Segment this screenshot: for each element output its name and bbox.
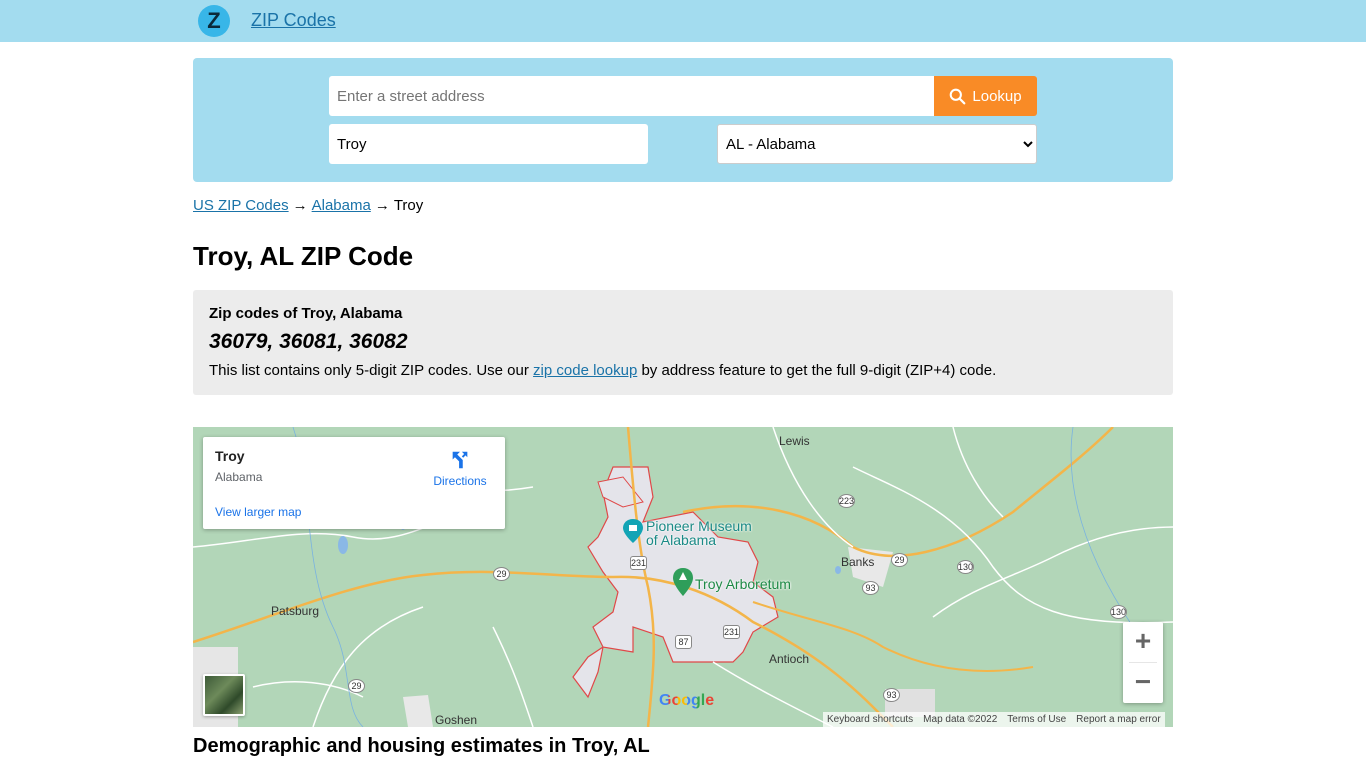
page-title: Troy, AL ZIP Code <box>193 241 414 271</box>
route-shield-231: 231 <box>630 556 647 570</box>
zip-code-list: 36079, 36081, 36082 <box>209 330 408 353</box>
route-shield-29: 29 <box>493 567 510 581</box>
lookup-button[interactable]: Lookup <box>934 76 1037 116</box>
route-shield-87: 87 <box>675 635 692 649</box>
zip-code-lookup-link[interactable]: zip code lookup <box>533 362 637 379</box>
map-place-card: Troy Alabama View larger map Directions <box>203 437 505 529</box>
breadcrumb-arrow: → <box>292 197 308 214</box>
directions-icon <box>452 451 468 469</box>
map-town-label: Lewis <box>779 434 810 448</box>
zoom-out-button[interactable]: − <box>1123 663 1163 703</box>
park-pin-icon[interactable] <box>673 568 693 596</box>
route-shield-130: 130 <box>1110 605 1127 619</box>
google-logo: Google <box>659 692 714 710</box>
top-bar: Z ZIP Codes <box>0 0 1366 42</box>
directions-button[interactable]: Directions <box>430 449 490 488</box>
view-larger-map-link[interactable]: View larger map <box>215 505 301 519</box>
zip-info-note: This list contains only 5-digit ZIP code… <box>209 362 996 379</box>
site-logo[interactable]: Z <box>198 5 230 37</box>
route-shield-130: 130 <box>957 560 974 574</box>
city-input[interactable] <box>329 124 648 164</box>
breadcrumb: US ZIP Codes → Alabama → Troy <box>193 197 423 214</box>
poi-troy-arboretum[interactable]: Troy Arboretum <box>695 576 791 592</box>
breadcrumb-current: Troy <box>393 197 424 214</box>
map-town-label: Banks <box>841 555 875 569</box>
museum-pin-icon[interactable] <box>623 519 643 543</box>
zip-info-heading: Zip codes of Troy, Alabama <box>209 305 403 322</box>
demographics-heading: Demographic and housing estimates in Tro… <box>193 735 650 757</box>
route-shield-93: 93 <box>862 581 879 595</box>
directions-label: Directions <box>433 474 487 488</box>
terms-of-use-link[interactable]: Terms of Use <box>1007 714 1066 725</box>
google-logo-text: Google <box>659 692 715 709</box>
breadcrumb-state-link[interactable]: Alabama <box>312 197 371 214</box>
keyboard-shortcuts-link[interactable]: Keyboard shortcuts <box>827 714 913 725</box>
breadcrumb-home-link[interactable]: US ZIP Codes <box>193 197 289 214</box>
map-attribution-bar: Keyboard shortcuts Map data ©2022 Terms … <box>823 712 1165 727</box>
state-select[interactable]: AL - Alabama <box>717 124 1037 164</box>
route-shield-29: 29 <box>891 553 908 567</box>
route-shield-231: 231 <box>723 625 740 639</box>
breadcrumb-arrow: → <box>374 197 390 214</box>
satellite-toggle-thumbnail[interactable] <box>203 674 245 716</box>
map-town-label: Antioch <box>769 652 810 666</box>
route-shield-93: 93 <box>883 688 900 702</box>
zoom-in-button[interactable]: + <box>1123 622 1163 662</box>
map-data-credit: Map data ©2022 <box>923 714 998 725</box>
embedded-map[interactable]: 223 29 29 29 130 130 93 93 231 231 87 Le… <box>193 427 1173 727</box>
map-town-label: Goshen <box>435 713 478 727</box>
place-name: Troy <box>215 448 245 464</box>
search-icon <box>950 88 966 104</box>
street-address-input[interactable] <box>329 76 935 116</box>
site-name-link[interactable]: ZIP Codes <box>251 10 336 31</box>
route-shield-29: 29 <box>348 679 365 693</box>
map-zoom-controls: + − <box>1123 622 1163 703</box>
lookup-label: Lookup <box>972 87 1022 105</box>
place-state: Alabama <box>215 470 263 484</box>
map-town-label: Patsburg <box>271 604 320 618</box>
route-shield-223: 223 <box>838 494 855 508</box>
zip-note-text-end: by address feature to get the full 9-dig… <box>641 362 997 379</box>
report-map-error-link[interactable]: Report a map error <box>1076 714 1160 725</box>
zip-note-text: This list contains only 5-digit ZIP code… <box>209 362 529 379</box>
poi-pioneer-museum[interactable]: Pioneer Museum of Alabama <box>646 519 752 547</box>
